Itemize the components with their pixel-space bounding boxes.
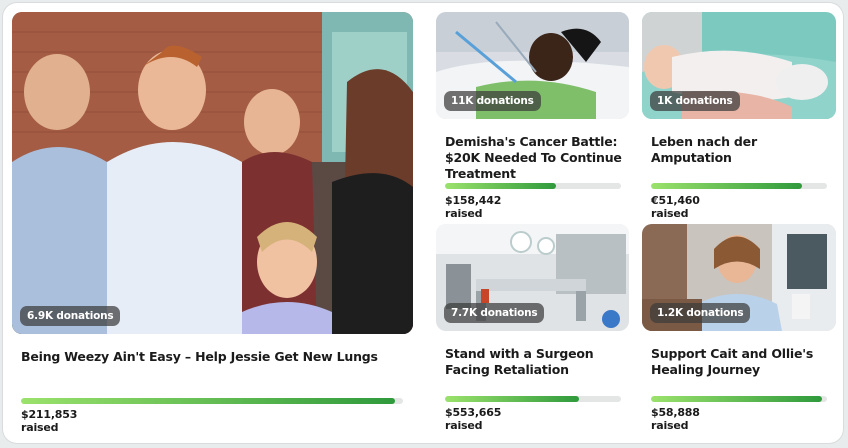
progress-bar (21, 398, 403, 404)
fundraiser-title[interactable]: Being Weezy Ain't Easy – Help Jessie Get… (21, 349, 411, 365)
progress-bar (445, 396, 621, 402)
fundraiser-photo[interactable]: 6.9K donations (12, 12, 413, 334)
donations-badge: 7.7K donations (444, 303, 545, 323)
progress-fill (651, 396, 822, 402)
fundraiser-photo[interactable]: 1K donations (642, 12, 836, 119)
progress-fill (445, 183, 556, 189)
fundraiser-title[interactable]: Demisha's Cancer Battle: $20K Needed To … (445, 134, 630, 182)
fundraiser-photo[interactable]: 1.2K donations (642, 224, 836, 331)
donations-badge: 1.2K donations (650, 303, 751, 323)
amount-raised: $553,665 raised (445, 406, 502, 432)
progress-fill (445, 396, 579, 402)
fundraiser-photo[interactable]: 11K donations (436, 12, 629, 119)
amount-raised: $211,853 raised (21, 408, 78, 434)
fundraiser-photo[interactable]: 7.7K donations (436, 224, 629, 331)
donations-badge: 11K donations (444, 91, 541, 111)
progress-fill (651, 183, 803, 189)
amount-raised: $58,888 raised (651, 406, 700, 432)
fundraiser-title[interactable]: Support Cait and Ollie's Healing Journey (651, 346, 836, 378)
amount-raised: $158,442 raised (445, 194, 502, 220)
progress-fill (21, 398, 396, 404)
progress-bar (651, 183, 827, 189)
donations-badge: 6.9K donations (20, 306, 121, 326)
progress-bar (445, 183, 621, 189)
amount-raised: €51,460 raised (651, 194, 700, 220)
progress-bar (651, 396, 827, 402)
donations-badge: 1K donations (650, 91, 740, 111)
fundraiser-title[interactable]: Leben nach der Amputation (651, 134, 836, 166)
fundraiser-title[interactable]: Stand with a Surgeon Facing Retaliation (445, 346, 630, 378)
